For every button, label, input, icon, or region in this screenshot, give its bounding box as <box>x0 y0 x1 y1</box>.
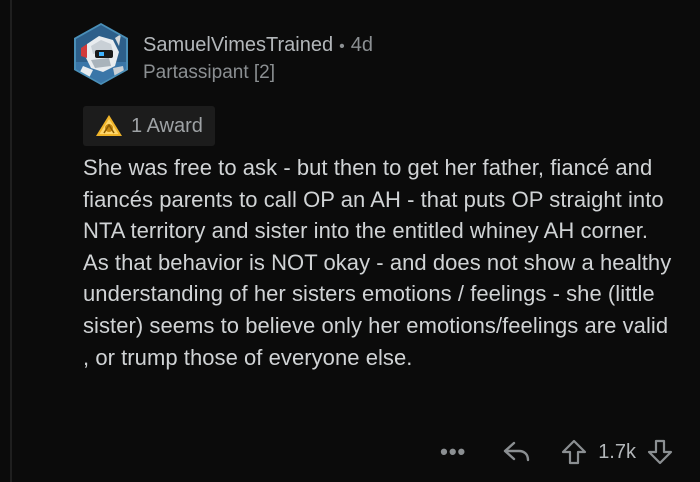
comment-body: She was free to ask - but then to get he… <box>83 152 673 373</box>
downvote-arrow-icon <box>647 439 673 465</box>
comment-meta: SamuelVimesTrained • 4d Partassipant [2] <box>143 34 663 84</box>
more-options-button[interactable]: ••• <box>438 439 468 465</box>
downvote-button[interactable] <box>646 438 674 466</box>
reply-icon <box>503 441 530 462</box>
comment-actions: ••• 1.7k <box>438 432 674 472</box>
meta-separator: • <box>339 38 345 55</box>
vote-score: 1.7k <box>598 440 636 463</box>
comment-text: She was free to ask - but then to get he… <box>83 155 672 370</box>
award-count-label: 1 Award <box>131 114 203 137</box>
reply-button[interactable] <box>502 439 532 465</box>
upvote-arrow-icon <box>562 439 587 465</box>
award-badge[interactable]: 1 Award <box>83 106 215 146</box>
avatar[interactable] <box>69 22 133 86</box>
upvote-button[interactable] <box>560 438 588 466</box>
comment-age: 4d <box>350 34 373 56</box>
award-medal-icon <box>96 115 122 136</box>
avatar-robot-icon <box>74 23 128 85</box>
user-flair: Partassipant [2] <box>143 62 276 83</box>
thread-line[interactable] <box>10 0 12 482</box>
comment-card: SamuelVimesTrained • 4d Partassipant [2]… <box>0 0 700 482</box>
author-username[interactable]: SamuelVimesTrained <box>143 34 333 57</box>
